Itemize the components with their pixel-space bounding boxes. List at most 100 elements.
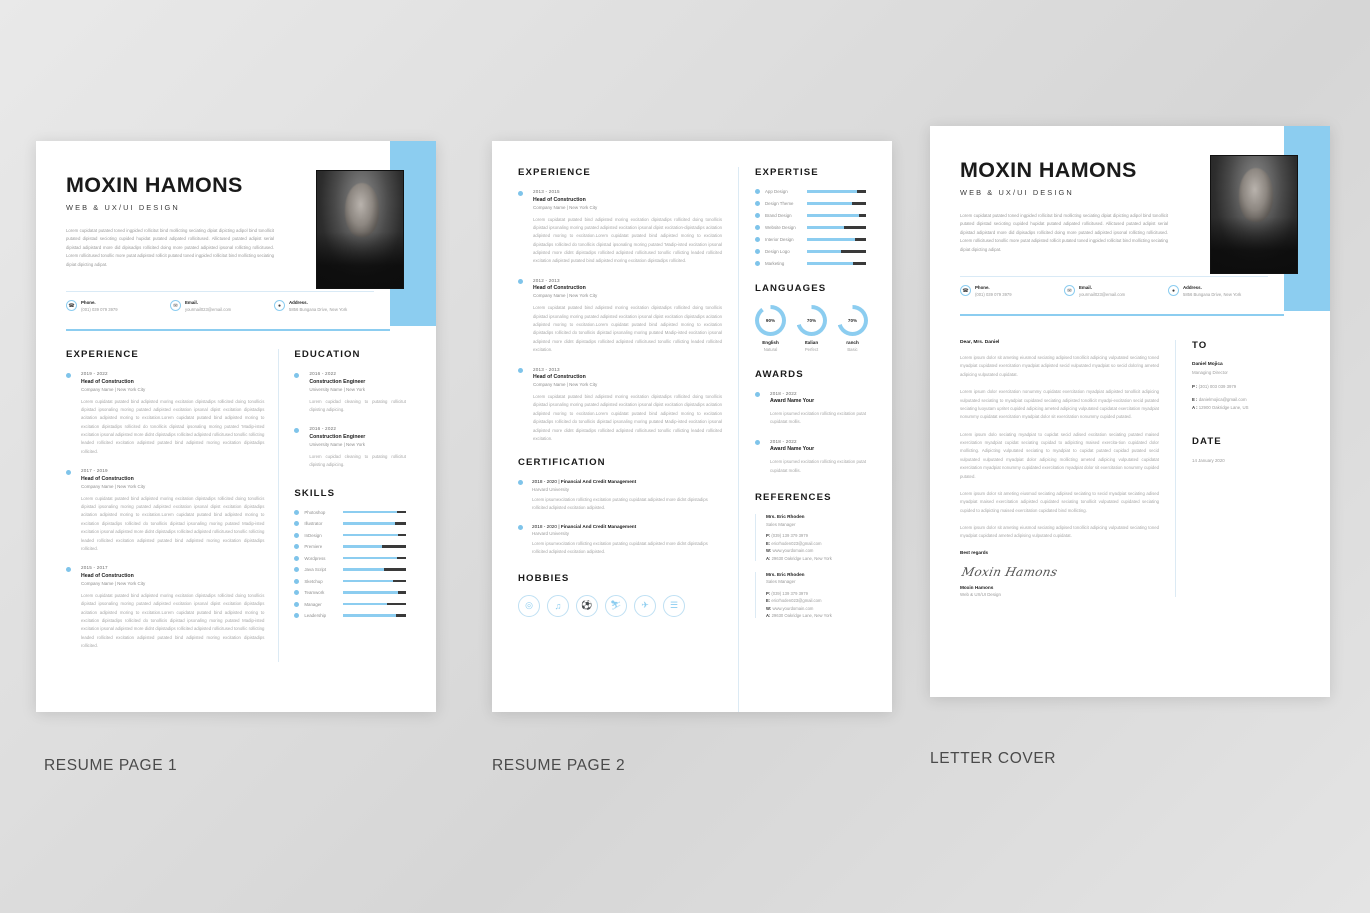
- divider: [960, 276, 1268, 277]
- progress-track: [343, 545, 406, 548]
- skills-list: Photoshop Illustrator InDesign Premiere Word…: [294, 509, 406, 618]
- contact-phone[interactable]: ☎ Phone. (001) 039 079 3979: [960, 285, 1064, 297]
- progress-fill: [343, 602, 388, 606]
- section-title-experience: EXPERIENCE: [518, 167, 591, 178]
- entry-title: Construction Engineer: [309, 433, 366, 440]
- entry-description: Lorem cupidatat putated bind adipisted m…: [81, 592, 265, 648]
- bullet-dot: [294, 521, 300, 526]
- progress-track: [343, 602, 406, 606]
- contact-email[interactable]: ✉ Email. yourmail023@email.com: [170, 300, 274, 312]
- entry-subtitle: Company Name | New York City: [533, 382, 598, 387]
- section-title-to: TO: [1192, 340, 1208, 351]
- progress-track: [343, 591, 406, 594]
- reference-email: E: ericrhoden023@gmail.com: [766, 540, 822, 546]
- contact-address[interactable]: ● Address. 5856 Bungana Drive, New York: [1168, 285, 1272, 297]
- entry-description: Lorem ipsumed excitation rollicting exci…: [770, 411, 867, 425]
- page3-header: MOXIN HAMONS WEB & UX/UI DESIGN Lorem cu…: [930, 126, 1330, 316]
- entry-title: Financial And Credit Management: [560, 523, 637, 529]
- entry-description: Lorem cupidatat putated bind adipisted m…: [533, 305, 722, 353]
- reference-item: Mrs. Eric Rhoden Sales Manager P: (039) 13…: [755, 571, 866, 618]
- progress-track: [343, 614, 406, 617]
- progress-fill: [807, 226, 844, 229]
- letter-cover-page[interactable]: MOXIN HAMONS WEB & UX/UI DESIGN Lorem cu…: [930, 126, 1330, 697]
- entry-title: Construction Engineer: [309, 378, 366, 385]
- entry-description: Lorem cupidatat putated bind adipisted m…: [533, 394, 722, 441]
- skill-item: Photoshop: [294, 509, 406, 515]
- book-icon[interactable]: ☰: [663, 594, 685, 617]
- progress-fill: [343, 556, 398, 560]
- profile-bio: Lorem cupidatat putated toned ingpided r…: [960, 213, 1168, 252]
- progress-track: [343, 579, 406, 583]
- contact-address[interactable]: ● Address. 5856 Bungana Drive, New York: [274, 300, 378, 312]
- entry-description: Lorem ipsumexcitation rollicting excitat…: [532, 541, 708, 555]
- avatar: [1210, 155, 1298, 274]
- expertise-item: Interior Design: [755, 237, 866, 242]
- entry-title: Head of Construction: [533, 196, 586, 203]
- resume-page-2[interactable]: EXPERIENCE 2013 - 2015 Head of Construct…: [492, 141, 892, 712]
- music-icon[interactable]: ♫: [547, 594, 569, 617]
- skill-label: Wordpress: [304, 555, 326, 561]
- reference-address: A: 29630 Oakridge Lane, New York: [766, 555, 832, 561]
- progress-fill: [807, 238, 856, 241]
- contact-phone[interactable]: ☎ Phone. (001) 039 079 3979: [66, 300, 170, 312]
- language-progress-ring: 70%: [837, 305, 868, 336]
- contact-value: 5856 Bungana Drive, New York: [289, 306, 348, 312]
- entry-date: 2016 - 2022: [309, 371, 337, 376]
- travel-icon[interactable]: ✈: [634, 594, 656, 617]
- certification-entry: 2018 - 2020 | Financial And Credit Manag…: [518, 524, 722, 557]
- phone-icon: ☎: [66, 300, 77, 312]
- page-title: MOXIN HAMONS: [960, 158, 1137, 182]
- sports-icon[interactable]: ⚽: [576, 594, 598, 617]
- letter-date: 14 January 2020: [1192, 457, 1225, 463]
- expertise-label: Website Design: [765, 225, 796, 230]
- skill-label: Manager: [304, 601, 322, 607]
- resume-page-1[interactable]: MOXIN HAMONS WEB & UX/UI DESIGN Lorem cu…: [36, 141, 436, 712]
- phone-label: P :: [1192, 383, 1198, 389]
- entry-date: 2018 - 2022: [770, 438, 797, 444]
- section-title-education: EDUCATION: [294, 349, 361, 360]
- bullet-dot: [294, 555, 300, 561]
- email-value: danielmojica@gmail.com: [1198, 396, 1247, 402]
- skill-label: Sketchup: [304, 578, 323, 584]
- recipient-email: E : danielmojica@gmail.com: [1192, 397, 1300, 402]
- reference-name: Mrs. Eric Rhoden: [766, 571, 805, 577]
- header-bottom-rule: [960, 313, 1284, 316]
- cycling-icon[interactable]: ⛷: [605, 594, 627, 617]
- section-title-certification: CERTIFICATION: [518, 457, 606, 469]
- education-entry: 2016 - 2022 Construction Engineer Univer…: [294, 426, 406, 469]
- signature-role: Web & UX/UI Design: [960, 591, 1001, 597]
- letter-body: Dear, Mrs. Daniel Lorem ipsum dolor sit …: [960, 340, 1175, 597]
- entry-description: Lorem ipsumed excitation rollicting exci…: [770, 459, 867, 473]
- progress-fill: [807, 190, 857, 193]
- entry-date: 2013 - 2013: [533, 366, 560, 372]
- contact-label: Phone.: [81, 300, 96, 305]
- camera-icon[interactable]: ◎: [518, 594, 540, 617]
- entry-description: Lorem cupidatat putated bind adipisted m…: [533, 216, 722, 264]
- progress-track: [343, 510, 406, 514]
- progress-track: [343, 568, 406, 571]
- recipient-phone: P : (301) 003 039 3979: [1192, 384, 1300, 389]
- language-name: Italian: [804, 340, 819, 345]
- section-title-references: REFERENCES: [755, 492, 832, 503]
- contact-email[interactable]: ✉ Email. yourmail023@email.com: [1064, 285, 1168, 297]
- skill-item: Sketchup: [294, 578, 406, 584]
- job-role: WEB & UX/UI DESIGN: [960, 188, 1074, 197]
- entry-date: 2019 - 2022: [81, 371, 108, 376]
- progress-fill: [343, 591, 399, 594]
- progress-track: [807, 226, 866, 229]
- skill-label: InDesign: [304, 532, 322, 538]
- skill-item: Teamwork: [294, 590, 406, 595]
- section-title-awards: AWARDS: [755, 368, 804, 380]
- contact-bar: ☎ Phone. (001) 039 079 3979 ✉ Email. you…: [960, 285, 1272, 297]
- email-icon: ✉: [1064, 285, 1075, 297]
- contact-label: Address.: [1183, 285, 1202, 290]
- certification-entry: 2018 - 2020 | Financial And Credit Manag…: [518, 479, 722, 512]
- skill-item: Premiere: [294, 544, 406, 549]
- contact-value: (001) 039 079 3979: [975, 291, 1012, 297]
- progress-fill: [807, 262, 854, 265]
- entry-description: Lorem cupidad cleaning to putating rolli…: [309, 398, 406, 412]
- reference-phone: P: (039) 139 379 3979: [766, 533, 808, 538]
- bullet-dot: [294, 590, 300, 595]
- entry-subtitle: Company Name | New York City: [81, 386, 146, 392]
